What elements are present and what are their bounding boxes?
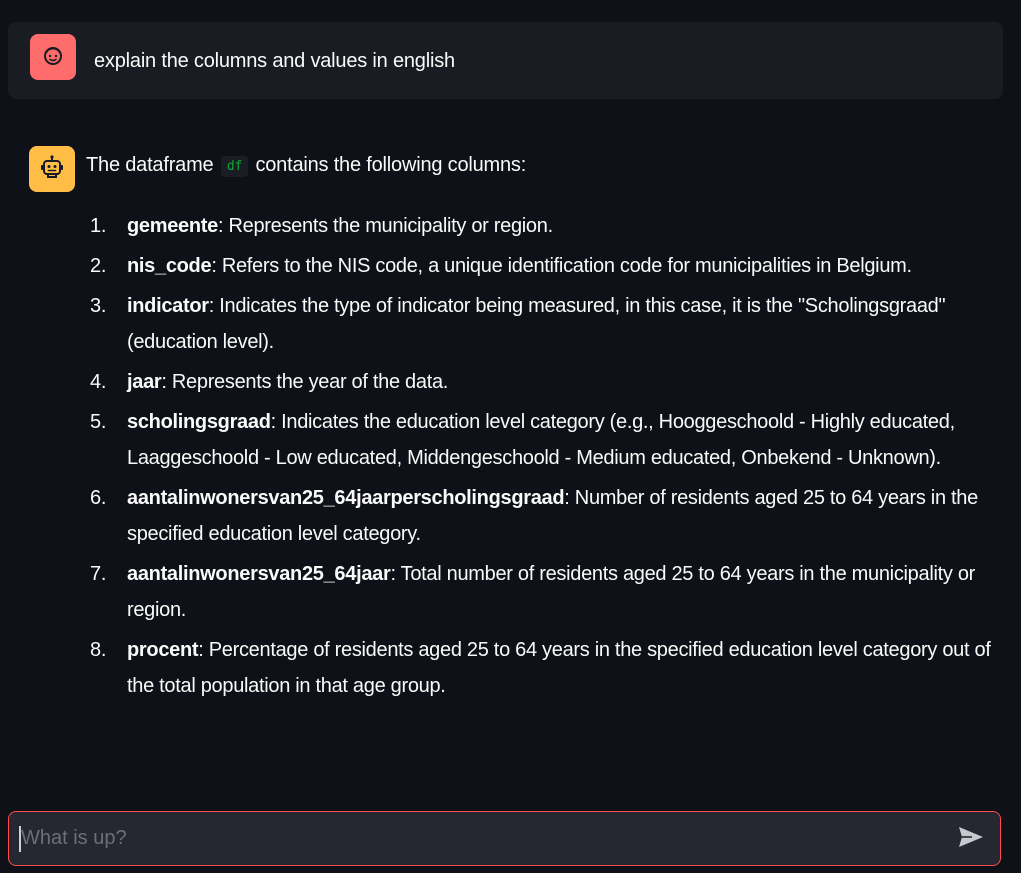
column-description: : Indicates the type of indicator being … xyxy=(127,295,946,353)
list-item: 6. aantalinwonersvan25_64jaarperscholing… xyxy=(90,480,1010,552)
list-item-number: 6. xyxy=(90,487,107,509)
list-item-number: 7. xyxy=(90,563,107,585)
list-item-number: 1. xyxy=(90,215,107,237)
column-name: procent xyxy=(127,639,199,661)
intro-text-before: The dataframe xyxy=(86,154,214,176)
list-item: 7. aantalinwonersvan25_64jaar: Total num… xyxy=(90,556,1010,628)
assistant-message: The dataframe df contains the following … xyxy=(0,128,1021,768)
column-name: aantalinwonersvan25_64jaar xyxy=(127,563,391,585)
list-item-number: 4. xyxy=(90,371,107,393)
face-icon xyxy=(41,43,65,72)
intro-text-after: contains the following columns: xyxy=(255,154,527,176)
user-message-text: explain the columns and values in englis… xyxy=(94,50,455,72)
column-description: : Refers to the NIS code, a unique ident… xyxy=(211,255,912,277)
list-item: 2. nis_code: Refers to the NIS code, a u… xyxy=(90,248,1010,284)
chat-input[interactable] xyxy=(21,812,941,864)
column-description: : Percentage of residents aged 25 to 64 … xyxy=(127,639,991,697)
list-item: 3. indicator: Indicates the type of indi… xyxy=(90,288,1010,360)
column-description: : Represents the municipality or region. xyxy=(217,215,553,237)
list-item: 1. gemeente: Represents the municipality… xyxy=(90,208,1010,244)
user-avatar xyxy=(30,34,76,80)
assistant-intro: The dataframe df contains the following … xyxy=(86,152,526,181)
send-button[interactable] xyxy=(956,824,986,854)
user-message: explain the columns and values in englis… xyxy=(8,22,1003,99)
list-item-number: 8. xyxy=(90,639,107,661)
column-name: indicator xyxy=(127,295,209,317)
send-icon xyxy=(958,826,984,853)
list-item-number: 3. xyxy=(90,295,107,317)
chat-page: explain the columns and values in englis… xyxy=(0,0,1021,873)
column-name: gemeente xyxy=(127,215,218,237)
list-item: 5. scholingsgraad: Indicates the educati… xyxy=(90,404,1010,476)
column-name: scholingsgraad xyxy=(127,411,271,433)
list-item: 4. jaar: Represents the year of the data… xyxy=(90,364,1010,400)
list-item-number: 5. xyxy=(90,411,107,433)
column-name: jaar xyxy=(127,371,162,393)
list-item: 8. procent: Percentage of residents aged… xyxy=(90,632,1010,704)
columns-list: 1. gemeente: Represents the municipality… xyxy=(90,208,1010,708)
column-name: nis_code xyxy=(127,255,212,277)
column-description: : Represents the year of the data. xyxy=(161,371,449,393)
inline-code-df: df xyxy=(220,156,249,177)
chat-input-container xyxy=(8,811,1001,866)
list-item-number: 2. xyxy=(90,255,107,277)
assistant-avatar xyxy=(29,146,75,192)
column-name: aantalinwonersvan25_64jaarperscholingsgr… xyxy=(127,487,565,509)
robot-icon xyxy=(39,154,65,185)
